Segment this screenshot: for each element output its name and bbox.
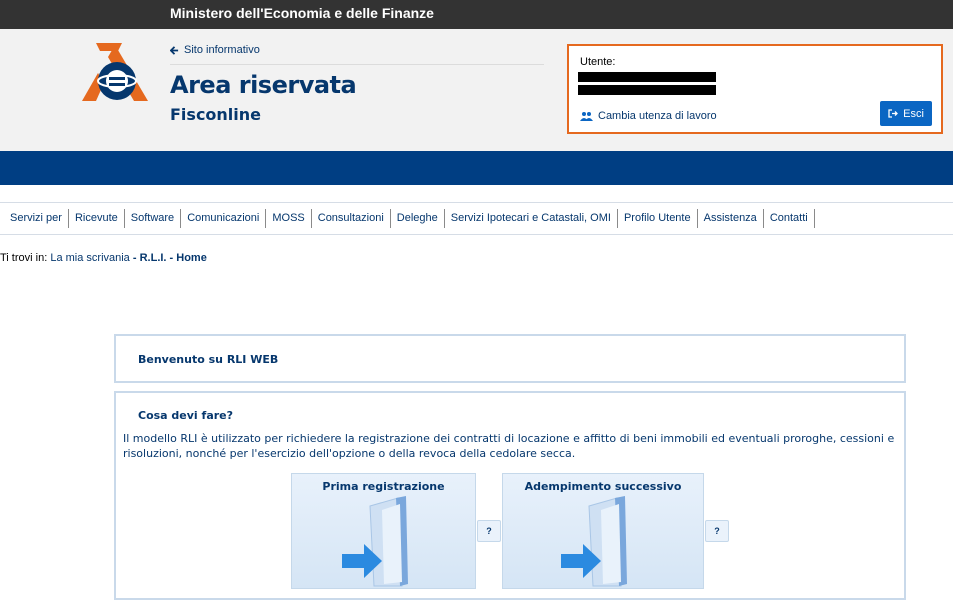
- menu-item-assistenza[interactable]: Assistenza: [698, 209, 764, 228]
- adempimento-successivo-button[interactable]: Adempimento successivo: [502, 473, 704, 589]
- menu-item-profilo-utente[interactable]: Profilo Utente: [618, 209, 698, 228]
- help-button[interactable]: ?: [705, 520, 729, 542]
- menu-item-comunicazioni[interactable]: Comunicazioni: [181, 209, 267, 228]
- change-user-label: Cambia utenza di lavoro: [598, 110, 717, 122]
- prima-registrazione-label: Prima registrazione: [322, 480, 445, 493]
- page-title: Area riservata: [170, 71, 357, 99]
- breadcrumb-current: Home: [176, 252, 207, 264]
- back-to-site-link[interactable]: Sito informativo: [170, 44, 260, 56]
- page-subtitle: Fisconline: [170, 105, 262, 124]
- menu-item-consultazioni[interactable]: Consultazioni: [312, 209, 391, 228]
- menu-item-servizi-per[interactable]: Servizi per: [4, 209, 69, 228]
- menu-item-servizi-ipotecari[interactable]: Servizi Ipotecari e Catastali, OMI: [445, 209, 618, 228]
- what-to-do-panel: Cosa devi fare? Il modello RLI è utilizz…: [114, 391, 906, 600]
- agenzia-entrate-logo-icon: [82, 43, 148, 101]
- menu-item-software[interactable]: Software: [125, 209, 182, 228]
- menu-item-deleghe[interactable]: Deleghe: [391, 209, 445, 228]
- folder-arrow-icon: [342, 496, 408, 587]
- brand-bar: [0, 151, 953, 185]
- what-to-do-title: Cosa devi fare?: [138, 409, 234, 422]
- arrow-left-icon: [170, 45, 179, 55]
- user-box: Utente: Cambia utenza di lavoro Esci: [567, 44, 943, 134]
- welcome-panel: Benvenuto su RLI WEB: [114, 334, 906, 383]
- help-button[interactable]: ?: [477, 520, 501, 542]
- breadcrumb-separator: -: [129, 252, 140, 264]
- change-user-link[interactable]: Cambia utenza di lavoro: [580, 110, 717, 122]
- rli-description: Il modello RLI è utilizzato per richiede…: [123, 432, 895, 460]
- header-divider: [170, 64, 544, 65]
- logout-label: Esci: [903, 107, 924, 120]
- breadcrumb-prefix: Ti trovi in:: [0, 252, 51, 264]
- prima-registrazione-button[interactable]: Prima registrazione: [291, 473, 476, 589]
- header: Sito informativo Area riservata Fisconli…: [0, 29, 953, 151]
- redacted-user-id: [578, 85, 716, 95]
- sign-out-icon: [888, 109, 899, 118]
- back-link-label: Sito informativo: [184, 44, 260, 56]
- top-bar: Ministero dell'Economia e delle Finanze: [0, 0, 953, 29]
- folder-arrow-icon: [561, 496, 627, 587]
- breadcrumb-separator: -: [166, 252, 177, 264]
- main-menu: Servizi per Ricevute Software Comunicazi…: [0, 202, 953, 235]
- logout-button[interactable]: Esci: [880, 101, 932, 126]
- menu-item-contatti[interactable]: Contatti: [764, 209, 815, 228]
- ministry-title: Ministero dell'Economia e delle Finanze: [170, 5, 434, 21]
- breadcrumb: Ti trovi in: La mia scrivania - R.L.I. -…: [0, 252, 207, 264]
- breadcrumb-link-rli[interactable]: R.L.I.: [140, 252, 167, 264]
- redacted-user-name: [578, 72, 716, 82]
- adempimento-successivo-label: Adempimento successivo: [524, 480, 682, 493]
- welcome-title: Benvenuto su RLI WEB: [138, 353, 279, 366]
- user-label: Utente:: [580, 56, 616, 68]
- breadcrumb-link-scrivania[interactable]: La mia scrivania: [50, 252, 129, 264]
- menu-item-moss[interactable]: MOSS: [266, 209, 312, 228]
- users-icon: [580, 112, 593, 121]
- menu-item-ricevute[interactable]: Ricevute: [69, 209, 125, 228]
